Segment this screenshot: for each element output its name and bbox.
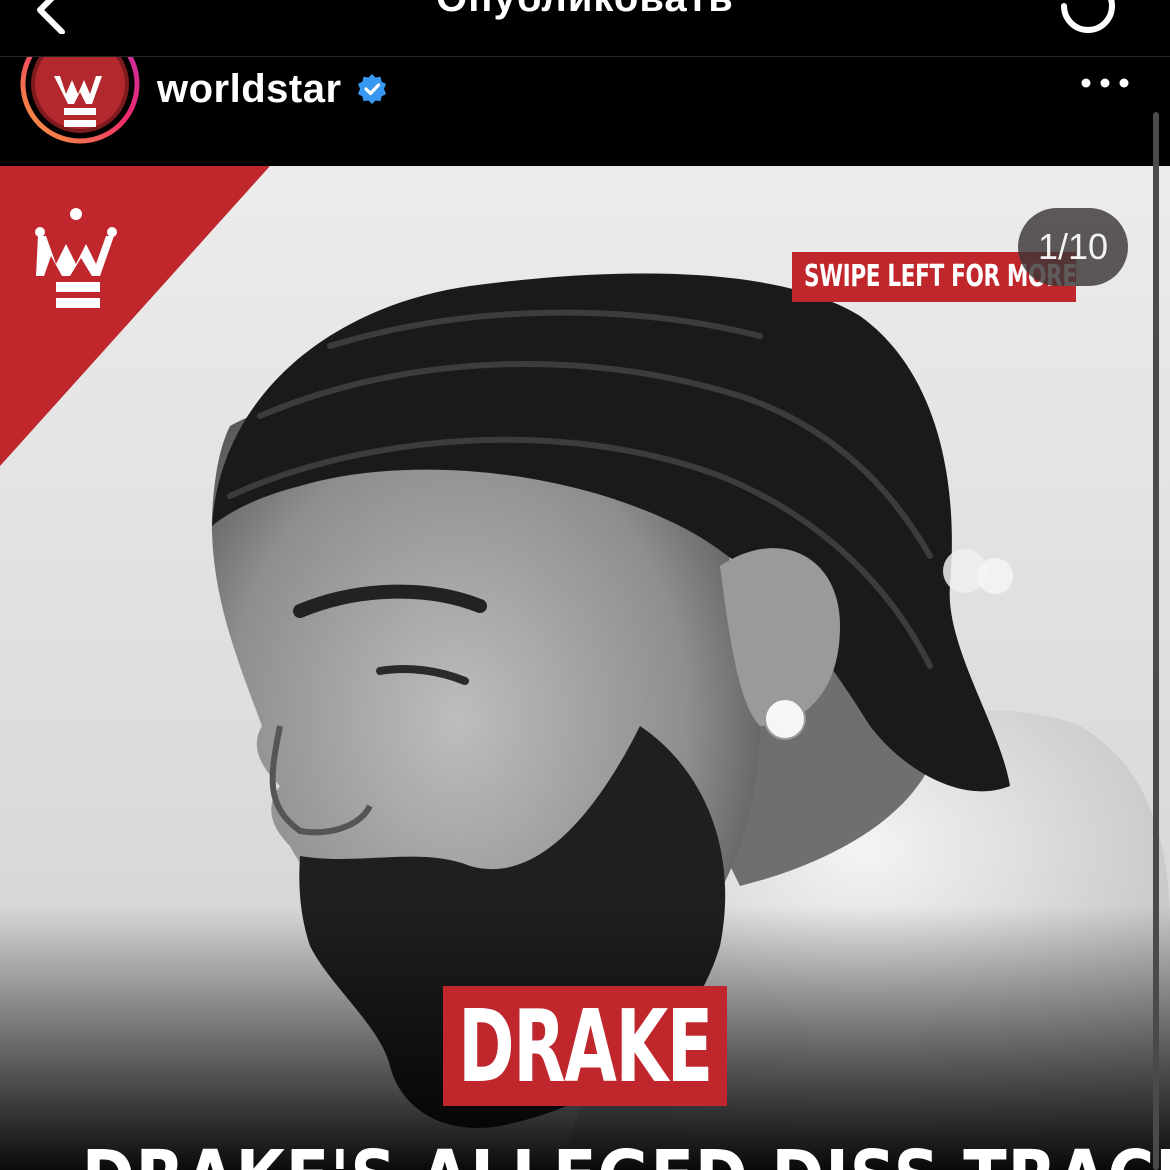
post-media-carousel[interactable]: SWIPE LEFT FOR MORE 1/10 DRAKE DRAKE'S A…: [0, 166, 1170, 1170]
subject-name-box: DRAKE: [443, 986, 727, 1106]
subject-name: DRAKE: [458, 987, 713, 1105]
avatar[interactable]: [20, 57, 140, 144]
username-row: worldstar: [157, 59, 388, 119]
scrollbar-thumb[interactable]: [1153, 112, 1159, 1170]
refresh-icon[interactable]: [1052, 0, 1124, 42]
screen-title: Опубликовать: [0, 0, 1170, 22]
top-bar: Опубликовать: [0, 0, 1170, 57]
verified-badge-icon: [357, 74, 386, 104]
headline-text: DRAKE'S ALLEGED DISS TRACK AGAINST: [82, 1138, 1170, 1170]
post-header: worldstar: [0, 57, 1170, 165]
more-horizontal-icon[interactable]: [1078, 75, 1132, 91]
worldstar-crown-logo: [0, 166, 270, 466]
username[interactable]: worldstar: [157, 67, 342, 112]
carousel-counter: 1/10: [1018, 208, 1128, 286]
